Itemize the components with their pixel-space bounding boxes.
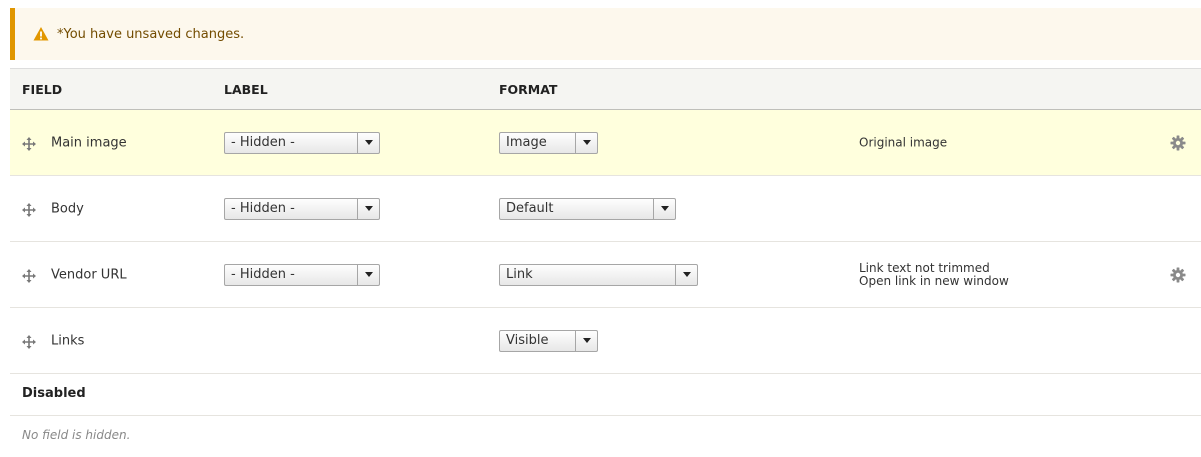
table-header: FIELD LABEL FORMAT bbox=[10, 68, 1201, 110]
chevron-down-icon bbox=[357, 264, 379, 285]
chevron-down-icon bbox=[575, 132, 597, 153]
format-select[interactable]: Visible bbox=[499, 329, 598, 352]
field-name: Body bbox=[51, 201, 84, 216]
unsaved-changes-message: *You have unsaved changes. bbox=[10, 8, 1201, 60]
table-row: Vendor URL - Hidden - Link Link text not… bbox=[10, 242, 1201, 308]
column-header-format: FORMAT bbox=[499, 82, 558, 97]
formatter-summary: Original image bbox=[859, 135, 948, 149]
label-select[interactable]: - Hidden - bbox=[224, 197, 380, 220]
label-select[interactable]: - Hidden - bbox=[224, 263, 380, 286]
field-name: Main image bbox=[51, 135, 127, 150]
format-select[interactable]: Image bbox=[499, 131, 598, 154]
drag-handle-icon[interactable] bbox=[22, 334, 36, 349]
chevron-down-icon bbox=[675, 264, 697, 285]
gear-icon[interactable] bbox=[1170, 267, 1186, 283]
drag-handle-icon[interactable] bbox=[22, 136, 36, 151]
column-header-label: LABEL bbox=[224, 82, 268, 97]
chevron-down-icon bbox=[357, 132, 379, 153]
chevron-down-icon bbox=[575, 330, 597, 351]
chevron-down-icon bbox=[653, 198, 675, 219]
format-select[interactable]: Link bbox=[499, 263, 698, 286]
label-select[interactable]: - Hidden - bbox=[224, 131, 380, 154]
field-display-table: FIELD LABEL FORMAT Main image - Hidden -… bbox=[10, 68, 1201, 454]
drag-handle-icon[interactable] bbox=[22, 202, 36, 217]
chevron-down-icon bbox=[357, 198, 379, 219]
format-select[interactable]: Default bbox=[499, 197, 676, 220]
table-row: Body - Hidden - Default bbox=[10, 176, 1201, 242]
field-name: Links bbox=[51, 333, 85, 348]
region-empty-message: No field is hidden. bbox=[22, 428, 131, 442]
field-name: Vendor URL bbox=[51, 267, 127, 282]
table-row: Links Visible bbox=[10, 308, 1201, 374]
formatter-summary: Link text not trimmed Open link in new w… bbox=[859, 260, 1009, 288]
warning-text: *You have unsaved changes. bbox=[57, 26, 245, 42]
gear-icon[interactable] bbox=[1170, 135, 1186, 151]
table-row: Main image - Hidden - Image Original ima… bbox=[10, 110, 1201, 176]
column-header-field: FIELD bbox=[22, 82, 63, 97]
warning-triangle-icon bbox=[33, 26, 49, 42]
drag-handle-icon[interactable] bbox=[22, 268, 36, 283]
region-title-disabled: Disabled bbox=[10, 374, 1201, 416]
